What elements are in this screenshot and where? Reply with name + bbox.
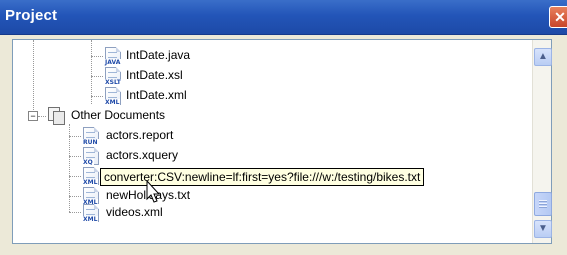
tree-guide-line	[69, 156, 81, 157]
scroll-thumb[interactable]	[534, 192, 552, 216]
tree-item[interactable]: XML IntDate.xml	[103, 86, 303, 106]
documents-folder-icon	[47, 107, 65, 125]
mouse-pointer-icon	[146, 180, 161, 203]
tree-item-label: actors.report	[106, 128, 174, 142]
scroll-down-button[interactable]: ▼	[534, 220, 552, 238]
title-bar: Project ✕	[0, 0, 567, 35]
tree-guide-line	[69, 212, 81, 213]
xslt-file-icon: XSLT	[104, 67, 122, 86]
tree-item[interactable]: JAVA IntDate.java	[103, 46, 303, 66]
tree-item-label: IntDate.xml	[126, 88, 187, 102]
tree-item[interactable]: RUN actors.report	[81, 126, 281, 146]
chevron-up-icon: ▲	[538, 51, 548, 62]
tree-guide-line	[69, 196, 81, 197]
tree-guide-line	[33, 40, 34, 116]
tree-item[interactable]: XSLT IntDate.xsl	[103, 66, 303, 86]
tree-guide-line	[38, 116, 46, 117]
tree-guide-line	[69, 136, 81, 137]
xml-file-icon: XML	[82, 204, 99, 223]
tree-guide-line	[91, 40, 92, 104]
xml-file-icon: XML	[82, 167, 99, 186]
tree-item[interactable]: XML videos.xml	[81, 203, 281, 223]
tree-item[interactable]: XQ actors.xquery	[81, 146, 281, 166]
close-button[interactable]: ✕	[549, 6, 567, 28]
xml-file-icon: XML	[104, 87, 121, 106]
tree-item-label: IntDate.java	[126, 48, 191, 62]
scroll-up-button[interactable]: ▲	[534, 48, 552, 66]
vertical-scrollbar[interactable]: ▲ ▼	[532, 40, 552, 243]
tree-guide-line	[91, 96, 103, 97]
report-file-icon: RUN	[82, 127, 99, 146]
project-tree-panel: JAVA IntDate.java XSLT IntDate.xsl XML I…	[12, 39, 552, 244]
close-icon: ✕	[554, 9, 566, 25]
java-file-icon: JAVA	[104, 47, 122, 66]
project-tree: JAVA IntDate.java XSLT IntDate.xsl XML I…	[13, 40, 532, 243]
tree-guide-line	[69, 176, 81, 177]
tree-item-label: IntDate.xsl	[126, 68, 183, 82]
tree-guide-line	[91, 76, 103, 77]
collapse-toggle[interactable]: −	[28, 111, 38, 121]
xquery-file-icon: XQ	[82, 147, 99, 166]
window-title: Project	[5, 7, 58, 24]
minus-icon: −	[30, 111, 36, 121]
tree-item-label: videos.xml	[106, 205, 163, 219]
tree-guide-line	[69, 124, 70, 212]
tree-folder[interactable]: Other Documents	[47, 106, 247, 126]
tree-item-label: actors.xquery	[106, 148, 179, 162]
tree-guide-line	[91, 56, 103, 57]
chevron-down-icon: ▼	[538, 223, 548, 234]
tree-item-label: Other Documents	[71, 108, 166, 122]
